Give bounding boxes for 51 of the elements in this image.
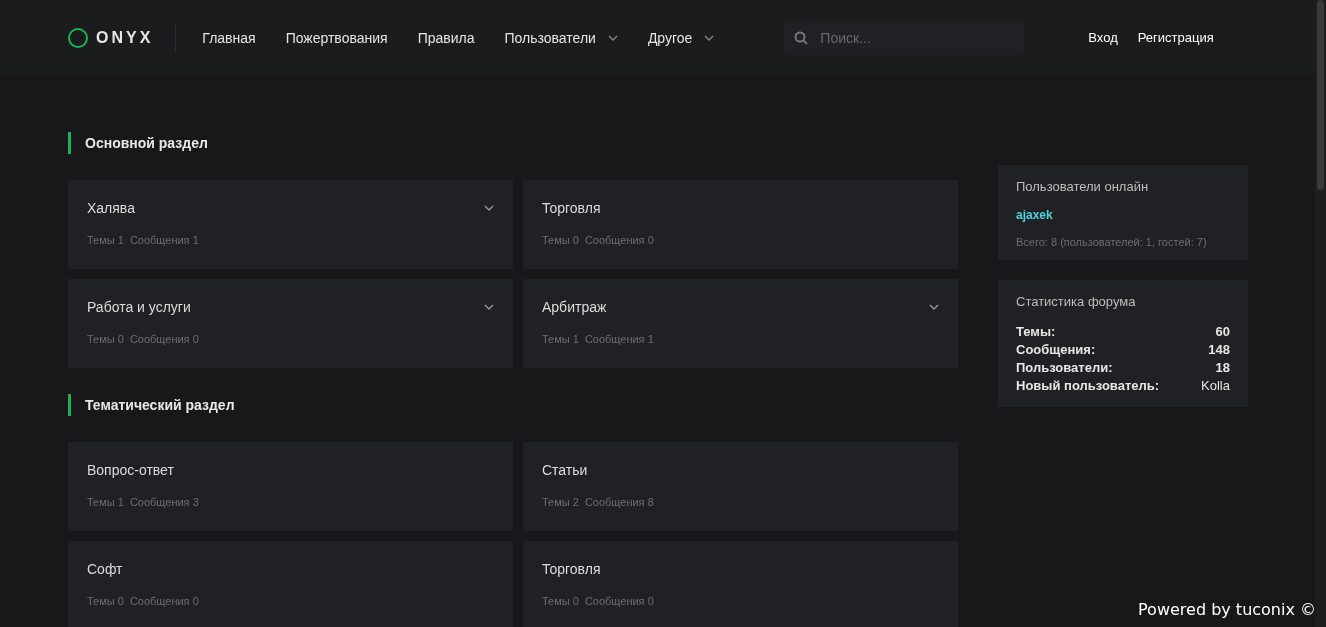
forum-stat: Темы 1 xyxy=(542,333,579,345)
forum-stat: Сообщения 1 xyxy=(129,234,199,246)
forum-stat: Темы 1 xyxy=(87,234,124,246)
forum-stat: Сообщения 0 xyxy=(584,234,654,246)
search-field[interactable]: Поиск... xyxy=(784,20,1025,55)
powered-by-text: Powered by tuconix © xyxy=(1138,600,1316,619)
forum-title[interactable]: Арбитраж xyxy=(542,299,607,315)
stat-label: Новый пользователь: xyxy=(1016,377,1160,395)
nav-link[interactable]: Другое xyxy=(647,29,715,46)
logo-text[interactable]: ONYX xyxy=(96,28,154,47)
section-title: Тематический раздел xyxy=(68,394,958,416)
forum-stat: Сообщения 3 xyxy=(129,496,199,508)
stat-value: 60 xyxy=(1215,323,1230,341)
forum-title[interactable]: Статьи xyxy=(542,462,588,478)
stat-value[interactable]: Kolla xyxy=(1201,377,1230,395)
panel-title: Пользователи онлайн xyxy=(1016,179,1150,194)
forum-title[interactable]: Работа и услуги xyxy=(87,299,191,315)
forum-title[interactable]: Халява xyxy=(87,200,135,216)
forum-stat: Темы 0 xyxy=(542,595,579,607)
forum-stat: Сообщения 8 xyxy=(584,496,654,508)
auth-link[interactable]: Регистрация xyxy=(1137,30,1214,45)
nav-link[interactable]: Правила xyxy=(417,29,475,46)
forum-title[interactable]: Софт xyxy=(87,561,123,577)
stat-value: 148 xyxy=(1208,341,1230,359)
forum-stat: Сообщения 1 xyxy=(584,333,654,345)
forum-stat: Сообщения 0 xyxy=(584,595,654,607)
forum-title[interactable]: Торговля xyxy=(542,200,601,216)
forum-stat: Темы 1 xyxy=(87,496,124,508)
section-title: Основной раздел xyxy=(68,132,958,154)
stat-label: Темы: xyxy=(1016,323,1056,341)
user-link[interactable]: ajaxek xyxy=(1016,208,1230,222)
panel-title: Статистика форума xyxy=(1016,294,1137,309)
stat-label: Сообщения: xyxy=(1016,341,1096,359)
forum-title[interactable]: Торговля xyxy=(542,561,601,577)
forum-title[interactable]: Вопрос-ответ xyxy=(87,462,174,478)
forum-stat: Темы 2 xyxy=(542,496,579,508)
forum-stat: Темы 0 xyxy=(87,333,124,345)
auth-link[interactable]: Вход xyxy=(1088,30,1118,45)
stat-label: Пользователи: xyxy=(1016,359,1113,377)
forum-stat: Сообщения 0 xyxy=(129,333,199,345)
forum-stat: Сообщения 0 xyxy=(129,595,199,607)
nav-link[interactable]: Пожертвования xyxy=(285,29,388,46)
scrollbar[interactable] xyxy=(1315,0,1326,627)
nav-link[interactable]: Пользователи xyxy=(504,29,618,46)
logo-icon xyxy=(68,27,88,48)
forum-stat: Темы 0 xyxy=(542,234,579,246)
search-icon xyxy=(794,30,809,45)
forum-stat: Темы 0 xyxy=(87,595,124,607)
nav-link[interactable]: Главная xyxy=(202,29,256,46)
online-total: Всего: 8 (пользователей: 1, гостей: 7) xyxy=(1016,236,1208,248)
stat-value: 18 xyxy=(1215,359,1230,377)
